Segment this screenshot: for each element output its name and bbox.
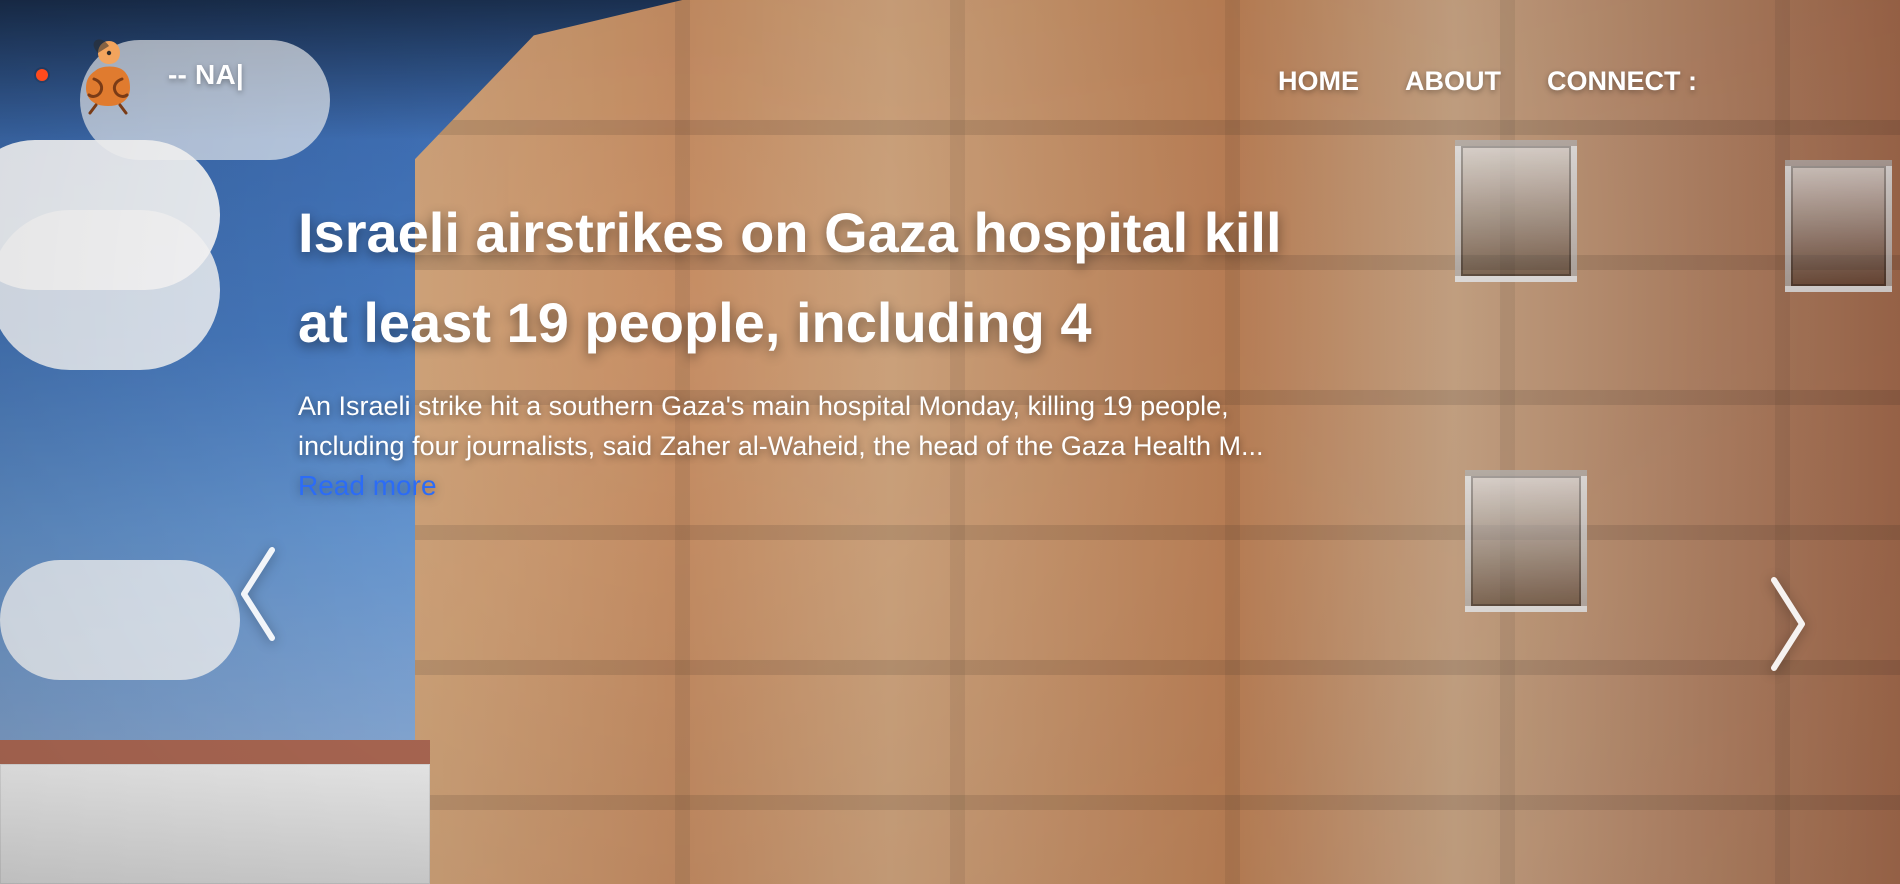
read-more-link[interactable]: Read more: [298, 470, 437, 502]
nav-connect[interactable]: CONNECT :: [1547, 66, 1697, 97]
cloud-shape: [0, 560, 240, 680]
headline: Israeli airstrikes on Gaza hospital kill…: [298, 201, 1282, 354]
building-window: [1455, 140, 1577, 282]
summary: An Israeli strike hit a southern Gaza's …: [298, 391, 1264, 461]
building-window: [1465, 470, 1587, 612]
hero-viewport: -- NA| HOME ABOUT CONNECT : Israeli airs…: [0, 0, 1900, 884]
nav-home[interactable]: HOME: [1278, 66, 1359, 97]
hero-slide: Israeli airstrikes on Gaza hospital kill…: [298, 188, 1338, 502]
chevron-right-icon: [1771, 577, 1805, 671]
status-dot: [36, 69, 48, 81]
building-window: [1785, 160, 1892, 292]
side-building: [0, 740, 430, 884]
carousel-prev-button[interactable]: [222, 534, 292, 654]
logo-illustration-icon: [86, 39, 130, 115]
main-nav: HOME ABOUT CONNECT :: [1278, 66, 1697, 97]
site-header: -- NA| HOME ABOUT CONNECT :: [0, 0, 1900, 115]
nav-about[interactable]: ABOUT: [1405, 66, 1501, 97]
chevron-left-icon: [241, 547, 275, 641]
carousel-next-button[interactable]: [1754, 564, 1824, 684]
logo[interactable]: [76, 35, 140, 115]
brand: -- NA|: [36, 35, 244, 115]
brand-text[interactable]: -- NA|: [168, 59, 244, 91]
cloud-shape: [0, 210, 220, 370]
